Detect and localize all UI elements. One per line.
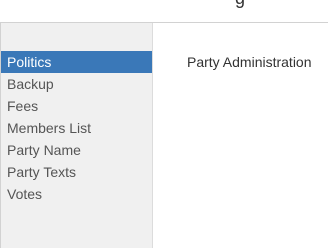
sidebar-item-party-texts[interactable]: Party Texts (1, 161, 152, 183)
sidebar-item-politics[interactable]: Politics (1, 51, 152, 73)
sidebar-item-votes[interactable]: Votes (1, 183, 152, 205)
sidebar-item-members-list[interactable]: Members List (1, 117, 152, 139)
sidebar-item-fees[interactable]: Fees (1, 95, 152, 117)
sidebar: Politics Backup Fees Members List Party … (1, 23, 153, 248)
sidebar-item-party-name[interactable]: Party Name (1, 139, 152, 161)
page-title: Party Administration (187, 54, 312, 70)
main-content: Party Administration (153, 23, 328, 248)
sidebar-item-backup[interactable]: Backup (1, 73, 152, 95)
cropped-header-text: g (235, 0, 245, 8)
cropped-header: g (0, 0, 328, 8)
settings-panel: Politics Backup Fees Members List Party … (0, 22, 328, 248)
